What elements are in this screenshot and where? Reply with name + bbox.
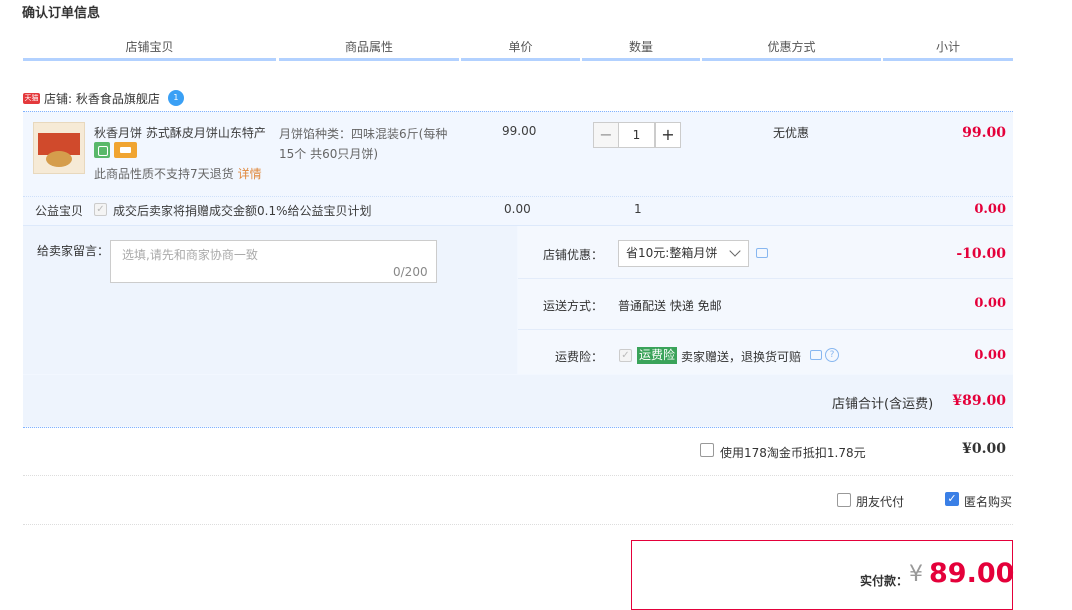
divider xyxy=(23,475,1013,476)
charity-checkbox: ✓ xyxy=(94,203,107,216)
product-attributes: 月饼馅种类：四味混装6斤(每种15个 共60只月饼) xyxy=(279,127,448,161)
shop-coupon-amount: -10.00 xyxy=(956,246,1006,262)
divider xyxy=(518,329,1013,330)
friend-pay-checkbox[interactable] xyxy=(837,493,851,507)
detail-link[interactable]: 详情 xyxy=(238,167,262,181)
shop-total-amount: ¥89.00 xyxy=(952,393,1006,409)
quantity-stepper: − 1 + xyxy=(593,122,681,148)
column-header-discount: 优惠方式 xyxy=(702,38,881,61)
column-header-attributes: 商品属性 xyxy=(279,38,459,61)
charity-subtotal: 0.00 xyxy=(974,202,1006,217)
shipping-insurance-text: 卖家赠送，退换货可赔 xyxy=(681,350,802,364)
help-icon[interactable]: ? xyxy=(825,348,839,362)
credit-card-icon xyxy=(114,142,137,158)
shipping-amount: 0.00 xyxy=(974,296,1006,311)
discount-method: 无优惠 xyxy=(773,126,810,140)
message-char-count: 0/200 xyxy=(393,265,428,279)
column-header-row: 店铺宝贝 商品属性 单价 数量 优惠方式 小计 xyxy=(23,38,1013,61)
shop-total-label: 店铺合计(含运费) xyxy=(832,397,934,412)
payment-currency: ¥ xyxy=(909,562,923,587)
mooncake-graphic xyxy=(46,151,72,167)
chat-bubble-icon[interactable] xyxy=(810,350,822,360)
column-header-unit-price: 单价 xyxy=(461,38,580,61)
payment-amount: 89.00 xyxy=(929,558,1015,589)
column-header-quantity: 数量 xyxy=(582,38,700,61)
guarantee-icon xyxy=(94,142,110,158)
item-subtotal: 99.00 xyxy=(962,125,1006,141)
shipping-insurance-checkbox: ✓ xyxy=(619,349,632,362)
shop-name-link[interactable]: 店铺: 秋香食品旗舰店 xyxy=(44,90,160,107)
anonymous-purchase-label: 匿名购买 xyxy=(964,495,1013,509)
column-header-subtotal: 小计 xyxy=(883,38,1013,61)
product-name-link[interactable]: 秋香月饼 苏式酥皮月饼山东特产 xyxy=(94,124,266,141)
charity-qty: 1 xyxy=(634,202,642,216)
quantity-increase-button[interactable]: + xyxy=(655,122,681,148)
shipping-label: 运送方式： xyxy=(543,299,604,313)
taobao-coin-amount: ¥0.00 xyxy=(962,441,1006,457)
friend-pay-label: 朋友代付 xyxy=(856,495,905,509)
divider xyxy=(23,196,1013,197)
chevron-down-icon xyxy=(729,245,741,257)
shipping-insurance-badge: 运费险 xyxy=(637,347,678,364)
divider xyxy=(23,524,1013,525)
column-header-shop-item: 店铺宝贝 xyxy=(23,38,276,61)
message-placeholder: 选填,请先和商家协商一致 xyxy=(122,248,258,262)
shop-line: 天猫 店铺: 秋香食品旗舰店 1 xyxy=(23,89,184,107)
tmall-badge-icon: 天猫 xyxy=(23,92,40,104)
product-thumbnail[interactable] xyxy=(33,122,85,174)
payment-label: 实付款： xyxy=(860,574,909,588)
quantity-decrease-button[interactable]: − xyxy=(593,122,619,148)
taobao-coin-text: 使用178淘金币抵扣1.78元 xyxy=(720,446,866,460)
quantity-input[interactable]: 1 xyxy=(619,122,655,148)
charity-label: 公益宝贝 xyxy=(35,204,84,218)
divider xyxy=(518,278,1013,279)
shipping-method: 普通配送 快递 免邮 xyxy=(618,299,722,313)
shop-coupon-selected: 省10元:整箱月饼 xyxy=(626,246,718,260)
message-label: 给卖家留言： xyxy=(37,244,110,258)
taobao-coin-checkbox[interactable] xyxy=(700,443,714,457)
anonymous-purchase-checkbox[interactable]: ✓ xyxy=(945,492,959,506)
page-title: 确认订单信息 xyxy=(22,6,101,21)
shop-coupon-label: 店铺优惠： xyxy=(543,248,604,262)
charity-price: 0.00 xyxy=(504,202,531,216)
unit-price: 99.00 xyxy=(502,124,537,138)
no-return-text: 此商品性质不支持7天退货 xyxy=(94,167,234,181)
shop-coupon-select[interactable]: 省10元:整箱月饼 xyxy=(618,240,749,267)
shipping-insurance-amount: 0.00 xyxy=(974,348,1006,363)
wangwang-chat-icon[interactable]: 1 xyxy=(167,90,184,106)
shipping-insurance-label: 运费险： xyxy=(555,350,604,364)
no-return-notice: 此商品性质不支持7天退货 详情 xyxy=(94,165,262,182)
chat-bubble-icon[interactable] xyxy=(756,248,768,258)
charity-text: 成交后卖家将捐赠成交金额0.1%给公益宝贝计划 xyxy=(113,204,372,218)
